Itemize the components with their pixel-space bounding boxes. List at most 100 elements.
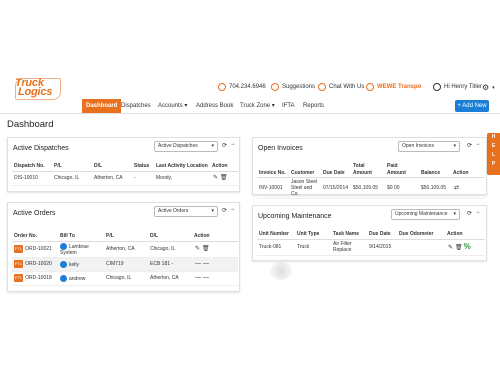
loading-indicator bbox=[270, 262, 292, 280]
complete-icon[interactable]: % bbox=[464, 242, 471, 251]
edit-icon[interactable]: — bbox=[195, 275, 201, 281]
cell: Chicago, IL bbox=[104, 271, 148, 286]
column-header[interactable]: Unit Type bbox=[295, 230, 331, 240]
trash-icon[interactable]: 🗑 bbox=[202, 246, 210, 252]
upcoming-maintenance-select[interactable]: Upcoming Maintenance ▾ bbox=[391, 209, 460, 220]
column-header[interactable]: Task Name bbox=[331, 230, 367, 240]
table-row[interactable]: FTL ORD-10020 kelly CIM719 ECB 181 - — — bbox=[12, 257, 238, 272]
active-dispatches-select[interactable]: Active Dispatches ▾ bbox=[154, 141, 218, 152]
panel-tools: ⟳ − bbox=[222, 142, 235, 149]
page-title: Dashboard bbox=[7, 119, 54, 130]
add-new-button[interactable]: + Add New bbox=[455, 100, 489, 112]
settings-menu[interactable]: ⚙ ▾ bbox=[482, 83, 495, 92]
chevron-down-icon: ▾ bbox=[453, 143, 456, 149]
open-invoices-panel: Open Invoices Open Invoices ▾ ⟳ − Invoice… bbox=[252, 137, 487, 199]
nav-reports[interactable]: Reports bbox=[303, 99, 324, 113]
active-orders-select[interactable]: Active Orders ▾ bbox=[154, 206, 218, 217]
user-menu[interactable]: Hi Henry Titler bbox=[433, 83, 482, 91]
company-link[interactable]: WEWE Transpo bbox=[366, 83, 421, 91]
trash-icon[interactable]: 🗑 bbox=[220, 175, 228, 181]
suggestions-label: Suggestions bbox=[282, 84, 316, 90]
help-tab[interactable]: H E L P bbox=[487, 133, 500, 175]
nav-dashboard[interactable]: Dashboard bbox=[82, 99, 122, 113]
table-row[interactable]: DIS-10010 Chicago, IL Atherton, CA - Moo… bbox=[12, 171, 238, 186]
order-number[interactable]: ORD-10020 bbox=[25, 261, 52, 267]
table-row[interactable]: FTL ORD-10021 Lambrae System Atherton, CA… bbox=[12, 241, 238, 258]
nav-address-book[interactable]: Address Book bbox=[196, 99, 233, 113]
cell: 07/15/2014 bbox=[321, 177, 351, 199]
trash-icon[interactable]: — bbox=[203, 275, 209, 281]
column-header[interactable]: Unit Number bbox=[257, 230, 295, 240]
column-header[interactable]: Due Odometer bbox=[397, 230, 445, 240]
column-header[interactable]: Balance bbox=[419, 162, 451, 178]
trash-icon[interactable]: 🗑 bbox=[455, 245, 463, 251]
edit-icon[interactable]: ✎ bbox=[448, 245, 453, 251]
refresh-icon[interactable]: ⟳ bbox=[222, 207, 227, 214]
column-header[interactable]: Customer bbox=[289, 162, 321, 178]
refresh-icon[interactable]: ⟳ bbox=[222, 142, 227, 149]
column-header[interactable]: Due Date bbox=[367, 230, 397, 240]
column-header[interactable]: D/L bbox=[148, 229, 192, 242]
column-header[interactable]: D/L bbox=[92, 162, 132, 172]
customer-icon bbox=[60, 274, 67, 282]
edit-icon[interactable]: — bbox=[195, 261, 201, 267]
collapse-icon[interactable]: − bbox=[476, 210, 480, 217]
upcoming-maintenance-panel: Upcoming Maintenance Upcoming Maintenanc… bbox=[252, 205, 487, 261]
column-header[interactable]: P/L bbox=[104, 229, 148, 242]
chat-icon bbox=[318, 83, 326, 91]
phone-number: 704.234.6946 bbox=[229, 84, 266, 90]
column-header[interactable]: Paid Amount bbox=[385, 162, 419, 178]
cell: CIM719 bbox=[104, 257, 148, 272]
cell: Truck bbox=[295, 239, 331, 256]
payment-icon[interactable]: ⇄ bbox=[454, 185, 459, 191]
refresh-icon[interactable]: ⟳ bbox=[467, 142, 472, 149]
row-actions: ✎ 🗑% bbox=[445, 239, 485, 256]
column-header: Action bbox=[192, 229, 238, 242]
truck-logics-logo[interactable]: Truck Logics bbox=[15, 78, 61, 100]
panel-tools: ⟳ − bbox=[467, 142, 480, 149]
gear-icon: ⚙ bbox=[482, 83, 490, 92]
column-header[interactable]: Invoice No. bbox=[257, 162, 289, 178]
phone-link[interactable]: 704.234.6946 bbox=[218, 83, 266, 91]
order-number[interactable]: ORD-10018 bbox=[25, 275, 52, 281]
bill-to: andrew bbox=[69, 275, 86, 282]
column-header[interactable]: Bill To bbox=[58, 229, 104, 242]
chat-link[interactable]: Chat With Us bbox=[318, 83, 364, 91]
nav-accounts[interactable]: Accounts ▾ bbox=[158, 99, 187, 113]
collapse-icon[interactable]: − bbox=[231, 207, 235, 214]
table-row[interactable]: FTL ORD-10018 andrew Chicago, IL Atherton… bbox=[12, 271, 238, 286]
panel-tools: ⟳ − bbox=[467, 210, 480, 217]
cell[interactable]: DIS-10010 bbox=[12, 171, 52, 186]
row-actions: ⇄ bbox=[451, 177, 485, 199]
suggestions-link[interactable]: Suggestions bbox=[271, 83, 315, 91]
select-value: Upcoming Maintenance bbox=[395, 211, 448, 217]
cell[interactable]: INV-10001 bbox=[257, 177, 289, 199]
chevron-down-icon: ▾ bbox=[453, 211, 456, 217]
column-header[interactable]: Dispatch No. bbox=[12, 162, 52, 172]
column-header[interactable]: Order No. bbox=[12, 229, 58, 242]
collapse-icon[interactable]: − bbox=[476, 142, 480, 149]
trash-icon[interactable]: — bbox=[203, 261, 209, 267]
collapse-icon[interactable]: − bbox=[231, 142, 235, 149]
chat-label: Chat With Us bbox=[329, 84, 365, 90]
order-number[interactable]: ORD-10021 bbox=[25, 246, 52, 252]
active-dispatches-panel: Active Dispatches Active Dispatches ▾ ⟳ −… bbox=[7, 137, 240, 192]
edit-icon[interactable]: ✎ bbox=[195, 246, 200, 252]
column-header[interactable]: P/L bbox=[52, 162, 92, 172]
cell: Moody, bbox=[154, 171, 210, 186]
help-letter: H bbox=[491, 134, 496, 140]
column-header[interactable]: Last Activity Location bbox=[154, 162, 210, 172]
cell[interactable]: Truck-081 bbox=[257, 239, 295, 256]
open-invoices-select[interactable]: Open Invoices ▾ bbox=[398, 141, 460, 152]
edit-icon[interactable]: ✎ bbox=[213, 175, 218, 181]
nav-ifta[interactable]: IFTA bbox=[282, 99, 295, 113]
refresh-icon[interactable]: ⟳ bbox=[467, 210, 472, 217]
nav-truck-zone[interactable]: Truck Zone ▾ bbox=[240, 99, 275, 113]
nav-dispatches[interactable]: Dispatches bbox=[121, 99, 151, 113]
table-row[interactable]: INV-10001 Jason Steel Steel and Co. 07/1… bbox=[257, 177, 485, 199]
column-header[interactable]: Due Date bbox=[321, 162, 351, 178]
column-header[interactable]: Status bbox=[132, 162, 154, 172]
column-header[interactable]: Total Amount bbox=[351, 162, 385, 178]
ftl-badge: FTL bbox=[14, 274, 24, 282]
table-row[interactable]: Truck-081 Truck Air Filter Replace 9/14/… bbox=[257, 239, 485, 256]
